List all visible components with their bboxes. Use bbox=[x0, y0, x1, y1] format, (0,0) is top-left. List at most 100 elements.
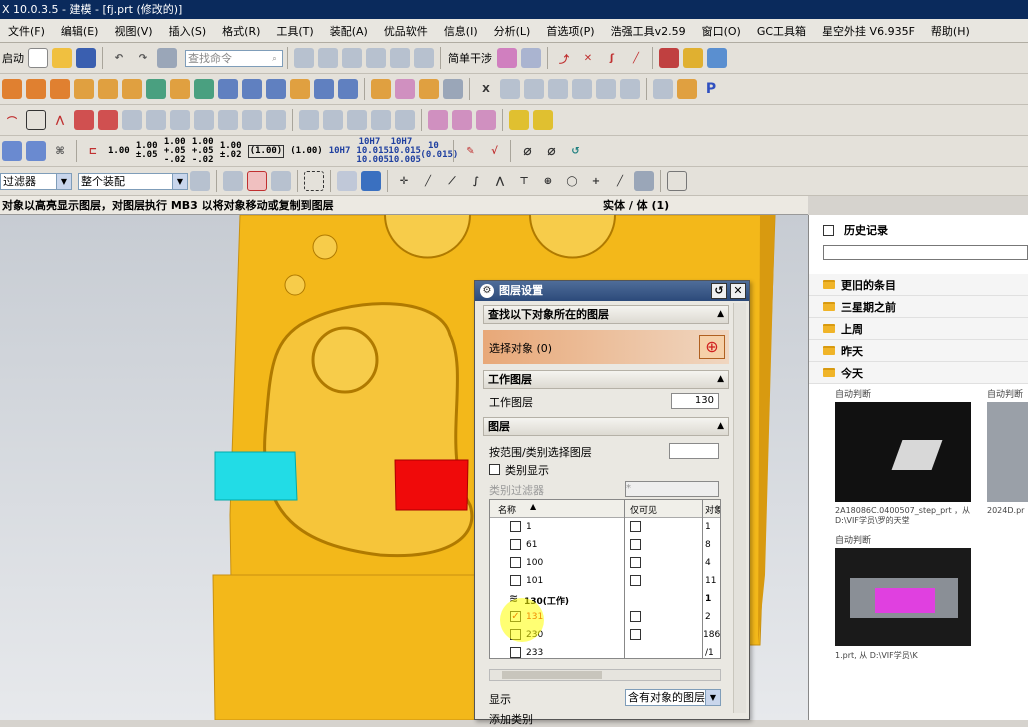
feature-12-icon[interactable] bbox=[266, 79, 286, 99]
layer-row[interactable]: 11 bbox=[490, 518, 720, 536]
curve-icon[interactable] bbox=[366, 48, 386, 68]
layer-checkbox[interactable] bbox=[510, 539, 521, 550]
selection-scope-dropdown[interactable]: 整个装配 ▼ bbox=[78, 172, 188, 190]
feature-15-icon[interactable] bbox=[338, 79, 358, 99]
coin-icon[interactable] bbox=[509, 110, 529, 130]
simple-interference-button[interactable]: 简单干涉 bbox=[448, 50, 492, 66]
layer-checkbox[interactable] bbox=[510, 647, 521, 658]
snap-end-icon[interactable]: ✛ bbox=[394, 171, 414, 191]
round-boss[interactable] bbox=[311, 326, 379, 394]
open-folder-icon[interactable] bbox=[52, 48, 72, 68]
snap-icon[interactable] bbox=[390, 48, 410, 68]
menu-edit[interactable]: 编辑(E) bbox=[53, 23, 107, 39]
arc-tool-icon[interactable]: ⌒ bbox=[2, 110, 22, 130]
range-input[interactable] bbox=[669, 443, 719, 459]
visible-checkbox[interactable] bbox=[630, 611, 641, 622]
trim-icon[interactable] bbox=[122, 110, 142, 130]
surface-icon[interactable] bbox=[299, 110, 319, 130]
dialog-scrollbar[interactable] bbox=[733, 303, 746, 713]
scroll-thumb[interactable] bbox=[502, 671, 602, 679]
history-group-last-week[interactable]: 上周 bbox=[809, 318, 1028, 340]
box-icon[interactable] bbox=[659, 48, 679, 68]
cyan-block[interactable] bbox=[214, 451, 298, 501]
feature-2-icon[interactable] bbox=[26, 79, 46, 99]
menu-preferences[interactable]: 首选项(P) bbox=[538, 23, 602, 39]
menu-haoqiang[interactable]: 浩强工具v2.59 bbox=[603, 23, 694, 39]
cross-icon[interactable]: ✕ bbox=[578, 48, 598, 68]
feature-17-icon[interactable] bbox=[395, 79, 415, 99]
history-group-older[interactable]: 更旧的条目 bbox=[809, 274, 1028, 296]
command-finder-icon[interactable] bbox=[157, 48, 177, 68]
checkbox-icon[interactable] bbox=[823, 224, 834, 236]
feature-icon[interactable] bbox=[342, 48, 362, 68]
feature-20-icon[interactable] bbox=[500, 79, 520, 99]
history-group-today[interactable]: 今天 bbox=[809, 362, 1028, 384]
chevron-up-icon[interactable]: ▲ bbox=[717, 306, 724, 323]
tolerance-button-6[interactable]: (1.00) bbox=[247, 144, 285, 158]
select-object-row[interactable]: 选择对象 (0) ⊕ bbox=[483, 330, 729, 364]
feature-7-icon[interactable] bbox=[146, 79, 166, 99]
menu-analysis[interactable]: 分析(L) bbox=[486, 23, 539, 39]
menu-tools[interactable]: 工具(T) bbox=[268, 23, 321, 39]
section-layers[interactable]: 图层 ▲ bbox=[483, 417, 729, 436]
rect-select-icon[interactable] bbox=[304, 171, 324, 191]
diameter-icon[interactable]: ⌀ bbox=[517, 141, 537, 161]
spline-icon[interactable]: ⤴ bbox=[554, 48, 574, 68]
select-body-icon[interactable] bbox=[247, 171, 267, 191]
column-visible-only[interactable]: 仅可见 bbox=[630, 503, 657, 516]
feature-23-icon[interactable] bbox=[572, 79, 592, 99]
feature-18-icon[interactable] bbox=[419, 79, 439, 99]
history-thumbnail-3[interactable]: 自动判断 1.prt, 从 D:\VIF学员\K bbox=[835, 533, 971, 661]
blend-icon[interactable] bbox=[194, 110, 214, 130]
feature-10-icon[interactable] bbox=[218, 79, 238, 99]
feature-21-icon[interactable] bbox=[524, 79, 544, 99]
close-icon[interactable]: ✕ bbox=[730, 283, 746, 299]
menu-help[interactable]: 帮助(H) bbox=[923, 23, 978, 39]
grid-icon[interactable] bbox=[2, 141, 22, 161]
history-thumbnail-1[interactable]: 自动判断 2A18086C.0400507_step_prt ，从 D:\VIF… bbox=[835, 387, 971, 526]
feature-24-icon[interactable] bbox=[596, 79, 616, 99]
crosshair-icon[interactable]: ⊕ bbox=[699, 335, 725, 359]
snap-tangent-icon[interactable]: ⊤ bbox=[514, 171, 534, 191]
menu-window[interactable]: 窗口(O) bbox=[694, 23, 749, 39]
cube-icon[interactable] bbox=[361, 171, 381, 191]
tolerance-button-7[interactable]: (1.00) bbox=[290, 146, 323, 156]
tolerance-button-8[interactable]: 10H7 bbox=[329, 146, 351, 156]
grid-snap-icon[interactable] bbox=[667, 171, 687, 191]
package-icon[interactable] bbox=[683, 48, 703, 68]
coins-icon[interactable] bbox=[533, 110, 553, 130]
intersect-icon[interactable] bbox=[266, 110, 286, 130]
menu-insert[interactable]: 插入(S) bbox=[161, 23, 215, 39]
history-search-input[interactable] bbox=[823, 245, 1028, 260]
feature-3-icon[interactable] bbox=[50, 79, 70, 99]
snap-mid-icon[interactable]: ⟋ bbox=[442, 171, 462, 191]
layer-checkbox[interactable] bbox=[510, 575, 521, 586]
diameter-alt-icon[interactable]: ⌀ bbox=[541, 141, 561, 161]
solid-icon[interactable] bbox=[337, 171, 357, 191]
wave-icon[interactable] bbox=[428, 110, 448, 130]
section-find-layers[interactable]: 查找以下对象所在的图层 ▲ bbox=[483, 305, 729, 324]
undo-icon[interactable]: ↶ bbox=[109, 48, 129, 68]
history-group-yesterday[interactable]: 昨天 bbox=[809, 340, 1028, 362]
menu-view[interactable]: 视图(V) bbox=[106, 23, 160, 39]
menu-file[interactable]: 文件(F) bbox=[0, 23, 53, 39]
visible-checkbox[interactable] bbox=[630, 521, 641, 532]
column-object-count[interactable]: 对象数 bbox=[705, 503, 720, 516]
red-block[interactable] bbox=[394, 459, 469, 511]
feature-1-icon[interactable] bbox=[2, 79, 22, 99]
section-work-layer[interactable]: 工作图层 ▲ bbox=[483, 370, 729, 389]
history-thumbnail-2[interactable]: 自动判断 2024D.pr bbox=[987, 387, 1028, 515]
layer-checkbox[interactable] bbox=[510, 521, 521, 532]
project-icon[interactable] bbox=[218, 110, 238, 130]
pen-icon[interactable]: ✎ bbox=[460, 141, 480, 161]
table-icon[interactable] bbox=[653, 79, 673, 99]
new-file-icon[interactable] bbox=[28, 48, 48, 68]
xyz-icon[interactable]: X bbox=[476, 79, 496, 99]
tolerance-button-5[interactable]: 1.00 ±.02 bbox=[220, 142, 242, 160]
sew-icon[interactable] bbox=[395, 110, 415, 130]
arc-icon[interactable]: ʃ bbox=[602, 48, 622, 68]
category-display-checkbox[interactable] bbox=[489, 464, 500, 475]
visible-checkbox[interactable] bbox=[630, 575, 641, 586]
extend-icon[interactable] bbox=[146, 110, 166, 130]
tolerance-button-3[interactable]: 1.00 +.05 -.02 bbox=[164, 137, 186, 165]
